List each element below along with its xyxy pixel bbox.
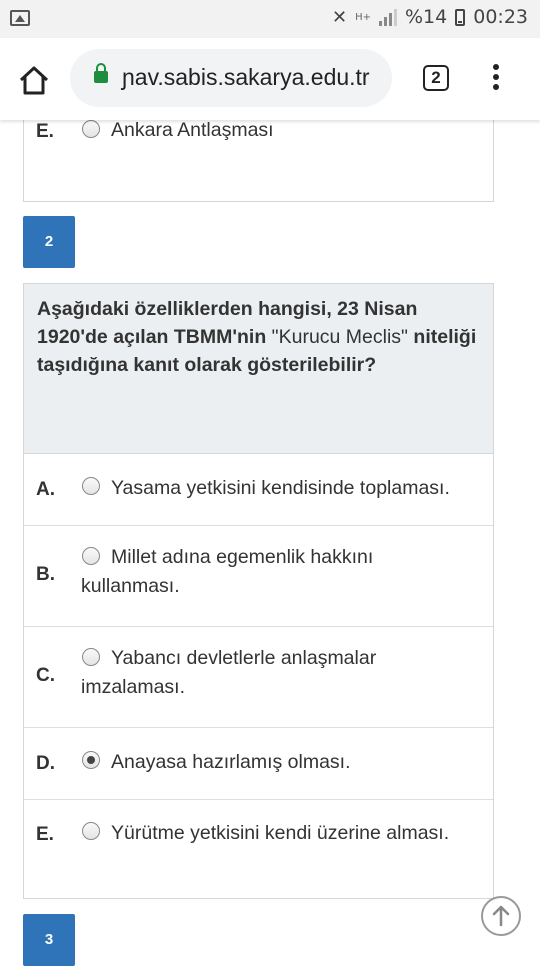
option-text-line1: Yabancı devletlerle anlaşmalar xyxy=(111,647,377,669)
option-letter: C. xyxy=(36,665,55,686)
option-text: Yasama yetkisini kendisinde toplaması. xyxy=(111,477,450,499)
option-letter: E. xyxy=(36,824,54,845)
option-radio[interactable] xyxy=(82,477,100,495)
question-header: Aşağıdaki özelliklerden hangisi, 23 Nisa… xyxy=(24,284,493,454)
option-row-e[interactable]: E. Yürütme yetkisini kendi üzerine almas… xyxy=(24,800,493,898)
question-text: Aşağıdaki özelliklerden hangisi, 23 Nisa… xyxy=(37,295,480,379)
option-radio[interactable] xyxy=(82,547,100,565)
question-number-badge[interactable]: 3 xyxy=(23,914,75,966)
option-letter: D. xyxy=(36,753,55,774)
option-radio-selected[interactable] xyxy=(82,751,100,769)
image-notification-icon xyxy=(10,10,30,26)
option-text: Yürütme yetkisini kendi üzerine alması. xyxy=(111,822,450,844)
question-number-badge[interactable]: 2 xyxy=(23,216,75,268)
option-row-a[interactable]: A. Yasama yetkisini kendisinde toplaması… xyxy=(24,454,493,526)
option-row-b[interactable]: B. Millet adına egemenlik hakkını kullan… xyxy=(24,526,493,627)
arrow-up-icon xyxy=(492,905,510,927)
option-row-d[interactable]: D. Anayasa hazırlamış olması. xyxy=(24,728,493,800)
mute-icon: ✕ xyxy=(332,6,348,28)
option-text-line2: kullanması. xyxy=(81,575,180,597)
option-radio[interactable] xyxy=(82,822,100,840)
signal-icon xyxy=(379,8,397,26)
status-icons: ✕ H+ %14 00:23 xyxy=(332,6,528,28)
more-menu-icon[interactable] xyxy=(490,64,502,94)
previous-question-card: E. Ankara Antlaşması xyxy=(23,108,494,202)
url-text: ɲav.sabis.sakarya.edu.tr xyxy=(122,64,370,90)
question-card: Aşağıdaki özelliklerden hangisi, 23 Nisa… xyxy=(23,283,494,899)
option-letter: E. xyxy=(36,121,54,142)
option-radio[interactable] xyxy=(82,648,100,666)
battery-icon xyxy=(455,8,466,26)
question-text-part: "Kurucu Meclis" xyxy=(271,326,408,348)
network-type-icon: H+ xyxy=(355,11,371,23)
clock: 00:23 xyxy=(473,6,528,28)
option-text-line1: Millet adına egemenlik hakkını xyxy=(111,546,374,568)
browser-toolbar: ɲav.sabis.sakarya.edu.tr 2 xyxy=(0,38,540,120)
option-row-c[interactable]: C. Yabancı devletlerle anlaşmalar imzala… xyxy=(24,627,493,728)
option-text: Ankara Antlaşması xyxy=(111,119,274,141)
tab-switcher-button[interactable]: 2 xyxy=(423,65,449,91)
home-icon xyxy=(19,66,49,95)
option-text: Anayasa hazırlamış olması. xyxy=(111,751,351,773)
option-letter: B. xyxy=(36,564,55,585)
option-text-line2: imzalaması. xyxy=(81,676,186,698)
battery-percent: %14 xyxy=(405,6,448,28)
option-letter: A. xyxy=(36,479,55,500)
address-bar[interactable]: ɲav.sabis.sakarya.edu.tr xyxy=(70,49,392,107)
option-radio[interactable] xyxy=(82,120,100,138)
status-bar: ✕ H+ %14 00:23 xyxy=(0,0,540,38)
home-button[interactable] xyxy=(14,60,54,100)
scroll-to-top-button[interactable] xyxy=(481,896,521,936)
lock-icon xyxy=(94,63,108,83)
